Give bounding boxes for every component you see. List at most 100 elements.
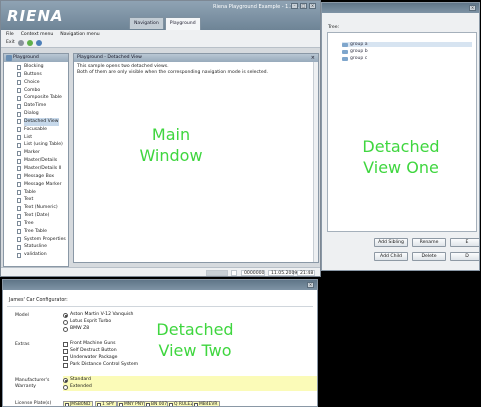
nav-header[interactable]: Playground [4, 54, 68, 62]
tab-playground[interactable]: Playground [164, 17, 201, 30]
nav-item[interactable]: Master/Details [16, 157, 68, 165]
tree-item[interactable]: group b [342, 49, 368, 54]
add-sibling-button[interactable]: Add Sibling [374, 238, 408, 247]
nav-item[interactable]: validation [16, 251, 68, 259]
caption-text: Main Window [139, 125, 203, 165]
plate-option[interactable]: JMSB0ND [63, 401, 94, 406]
nav-item[interactable]: System Properties [16, 236, 68, 244]
nav-item[interactable]: List (using Table) [16, 141, 68, 149]
nav-item-label: System Properties [24, 236, 66, 242]
radio-icon [63, 312, 68, 318]
nav-item[interactable]: Tree [16, 220, 68, 228]
nav-item-label: Detached View [24, 117, 59, 126]
folder-icon [342, 56, 348, 61]
plates-label: License Plate(s) [15, 401, 52, 406]
nav-item[interactable]: Blocking [16, 63, 68, 71]
expand-button[interactable]: E [450, 238, 479, 247]
document-icon [17, 142, 21, 148]
nav-item[interactable]: Message Marker [16, 181, 68, 189]
detached-two-titlebar[interactable]: × [3, 280, 317, 290]
close-icon[interactable]: × [309, 3, 316, 9]
extra-option[interactable]: Front Machine Guns [63, 341, 116, 347]
checkbox-icon [63, 341, 68, 347]
close-icon[interactable]: × [307, 282, 314, 288]
nav-item-label: Text [24, 197, 34, 203]
warranty-option[interactable]: Extended [63, 384, 92, 390]
maximize-icon[interactable]: □ [300, 3, 307, 9]
nav-item-label: Buttons [24, 71, 42, 77]
caption-text: Detached View One [362, 137, 440, 177]
nav-item[interactable]: Text [16, 196, 68, 204]
nav-item[interactable]: Table [16, 189, 68, 197]
folder-icon [342, 42, 348, 47]
nav-item-label: Tree Table [24, 228, 47, 234]
nav-item[interactable]: List [16, 134, 68, 142]
extra-option[interactable]: Self Destruct Button [63, 348, 117, 354]
nav-header-label: Playground [13, 55, 39, 60]
document-icon [17, 111, 21, 117]
plate-option[interactable]: 1 SPY [95, 401, 118, 407]
nav-item[interactable]: Text (Date) [16, 212, 68, 220]
tree[interactable]: group a group b group c [327, 32, 477, 232]
checkbox-icon [146, 402, 150, 406]
exit-button[interactable]: Exit [6, 40, 15, 45]
model-option[interactable]: Aston Martin V-12 Vanquish [63, 312, 133, 318]
close-icon[interactable]: × [311, 54, 315, 62]
refresh-icon[interactable] [26, 39, 33, 46]
nav-item-label: List (using Table) [24, 142, 63, 148]
detached-one-titlebar[interactable]: × [322, 3, 479, 13]
plate-option[interactable]: MNY PNY [117, 401, 147, 406]
tree-item[interactable]: group c [342, 56, 367, 61]
status-date: 11.05.2009 [268, 270, 297, 276]
menu-file[interactable]: File [6, 32, 14, 37]
delete-button[interactable]: Delete [412, 252, 446, 261]
nav-item[interactable]: Dialog [16, 110, 68, 118]
nav-item[interactable]: Statusline [16, 243, 68, 251]
warranty-option[interactable]: Standard [63, 377, 91, 383]
nav-item[interactable]: Combo [16, 87, 68, 95]
radio-icon [63, 326, 68, 332]
nav-item-label: DateTime [24, 103, 47, 109]
divider [7, 306, 313, 307]
main-header: RIENA Riena Playground Example - 1.1.0.M… [1, 1, 320, 30]
document-icon [17, 182, 21, 188]
nav-item[interactable]: Marker [16, 149, 68, 157]
plate-option[interactable]: MB4EVR [192, 401, 221, 407]
extra-option[interactable]: Park Distance Control System [63, 362, 138, 368]
tree-item-label: group a [350, 42, 368, 47]
option-label: 1 SPY [102, 402, 115, 407]
nav-item[interactable]: Choice [16, 79, 68, 87]
nav-item[interactable]: Focusable [16, 126, 68, 134]
nav-item[interactable]: Tree Table [16, 228, 68, 236]
warranty-highlight [63, 376, 317, 391]
nav-item[interactable]: Buttons [16, 71, 68, 79]
nav-item-label: Tree [24, 220, 34, 226]
checkbox-icon [194, 402, 198, 406]
tab-navigation[interactable]: Navigation [129, 17, 164, 29]
info-icon[interactable] [35, 39, 42, 46]
disable-button[interactable]: D [450, 252, 479, 261]
model-option[interactable]: BMW Z8 [63, 326, 90, 332]
menu-context[interactable]: Context menu [21, 32, 54, 37]
nav-item[interactable]: Detached View [16, 117, 68, 126]
option-label: MB4EVR [199, 402, 218, 407]
document-icon [17, 174, 21, 180]
add-child-button[interactable]: Add Child [374, 252, 408, 261]
gear-icon[interactable] [17, 39, 24, 46]
nav-item[interactable]: DateTime [16, 102, 68, 110]
close-icon[interactable]: × [469, 5, 476, 11]
nav-item-label: Choice [24, 79, 40, 85]
nav-item[interactable]: Message Box [16, 173, 68, 181]
tree-item[interactable]: group a [342, 42, 472, 47]
extra-option[interactable]: Underwater Package [63, 355, 118, 361]
scrollbar[interactable] [313, 62, 318, 262]
nav-item[interactable]: Composite Table [16, 94, 68, 102]
model-option[interactable]: Lotus Esprit Turbo [63, 319, 111, 325]
rename-button[interactable]: Rename [412, 238, 446, 247]
content-line: Both of them are only visible when the c… [77, 70, 269, 75]
nav-item[interactable]: Master/Details II [16, 165, 68, 173]
nav-item[interactable]: Text (Numeric) [16, 204, 68, 212]
minimize-icon[interactable]: – [291, 3, 298, 9]
option-label: BMW Z8 [70, 326, 90, 331]
menu-navigation[interactable]: Navigation menu [60, 32, 99, 37]
